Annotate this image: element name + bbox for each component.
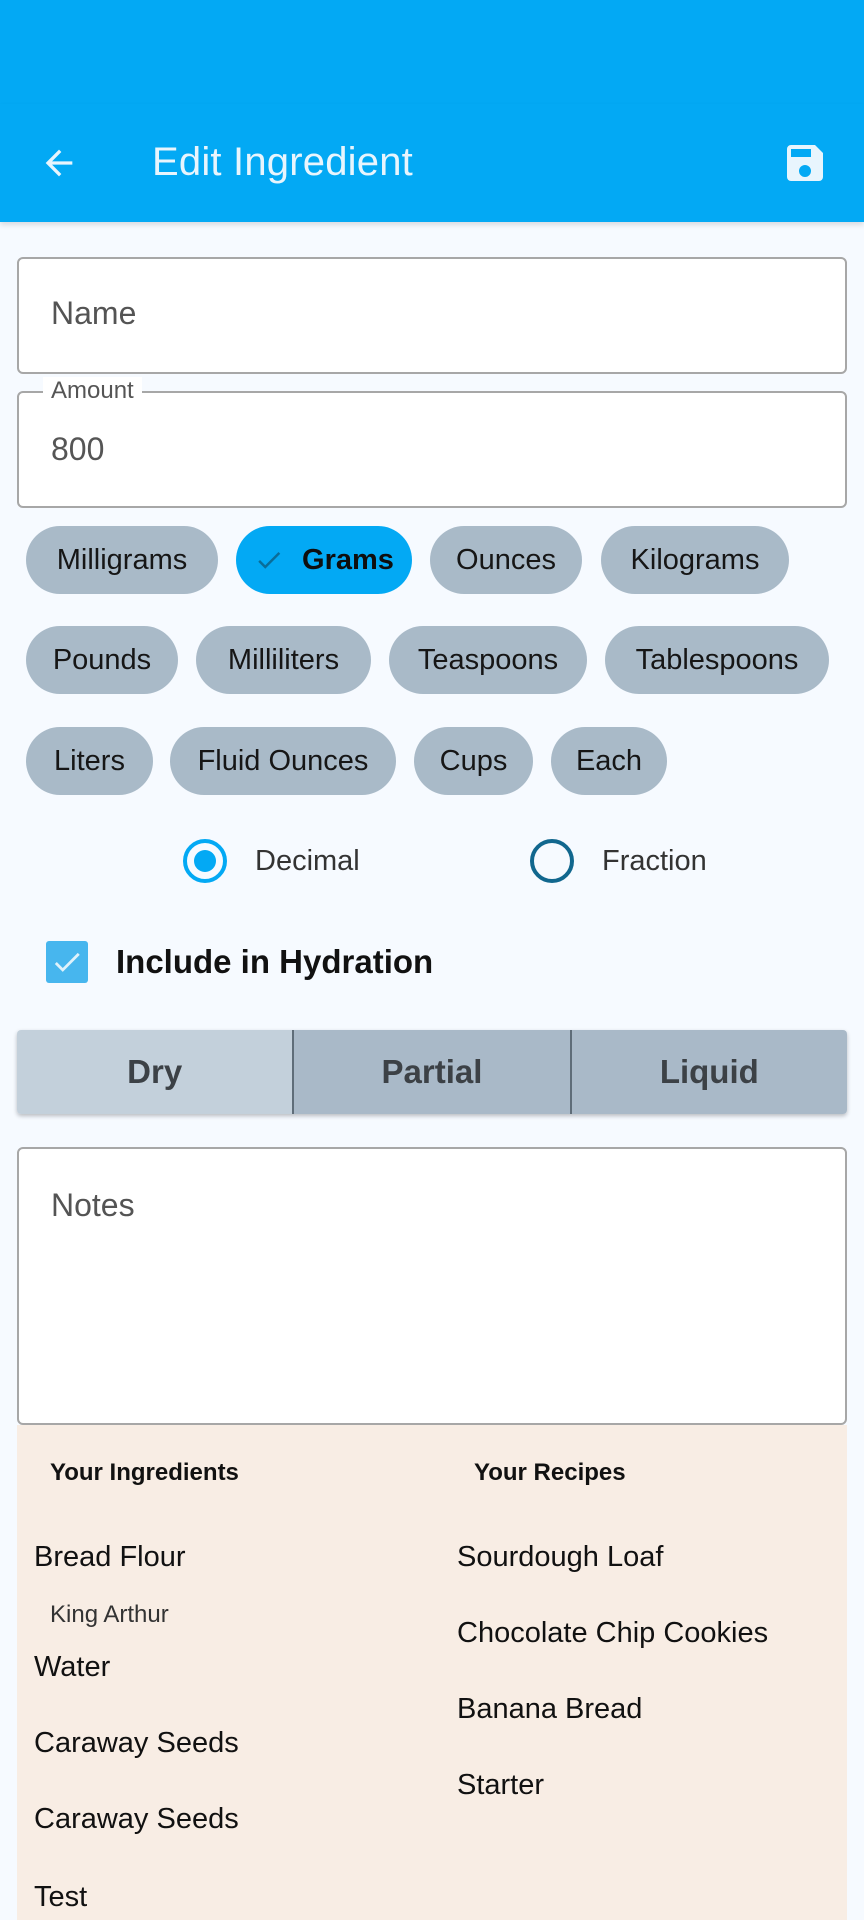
recipes-heading: Your Recipes xyxy=(474,1459,626,1486)
radio-label: Fraction xyxy=(602,844,707,877)
unit-chip-tablespoons[interactable]: Tablespoons xyxy=(605,626,829,694)
unit-chip-grams[interactable]: Grams xyxy=(236,526,412,594)
unit-chip-teaspoons[interactable]: Teaspoons xyxy=(389,626,587,694)
chip-label: Grams xyxy=(302,543,394,576)
name-field[interactable] xyxy=(17,257,847,374)
unit-chip-kilograms[interactable]: Kilograms xyxy=(601,526,789,594)
chip-label: Teaspoons xyxy=(417,643,559,676)
ingredient-type-segment: Dry Partial Liquid xyxy=(17,1030,847,1114)
chip-label: Liters xyxy=(54,744,125,777)
save-button[interactable] xyxy=(772,134,838,192)
unit-chip-milligrams[interactable]: Milligrams xyxy=(26,526,218,594)
radio-button-selected[interactable] xyxy=(183,839,227,883)
amount-label: Amount xyxy=(43,377,142,405)
chip-label: Cups xyxy=(439,744,508,777)
chip-label: Tablespoons xyxy=(635,643,799,676)
chip-label: Milliliters xyxy=(227,643,340,676)
ingredient-item[interactable]: Caraway Seeds xyxy=(34,1727,239,1760)
recipe-item[interactable]: Chocolate Chip Cookies xyxy=(457,1617,768,1650)
chip-label: Fluid Ounces xyxy=(197,744,369,777)
radio-decimal[interactable]: Decimal xyxy=(183,835,360,887)
check-icon xyxy=(54,952,80,972)
hydration-label: Include in Hydration xyxy=(116,943,434,980)
status-bar xyxy=(0,0,864,104)
lists-panel: Your Ingredients Your Recipes Bread Flou… xyxy=(17,1425,847,1920)
segment-partial[interactable]: Partial xyxy=(292,1030,570,1114)
chip-label: Milligrams xyxy=(56,543,188,576)
ingredients-heading: Your Ingredients xyxy=(50,1459,239,1486)
recipe-item[interactable]: Starter xyxy=(457,1769,544,1802)
chip-label: Kilograms xyxy=(630,543,760,576)
unit-chip-fluid-ounces[interactable]: Fluid Ounces xyxy=(170,727,396,795)
radio-button[interactable] xyxy=(530,839,574,883)
unit-chip-ounces[interactable]: Ounces xyxy=(430,526,582,594)
back-button[interactable] xyxy=(30,134,88,192)
chip-label: Each xyxy=(575,744,643,777)
hydration-checkbox-row[interactable]: Include in Hydration xyxy=(46,940,433,984)
segment-dry[interactable]: Dry xyxy=(17,1030,293,1114)
amount-input[interactable] xyxy=(51,431,811,468)
unit-chip-milliliters[interactable]: Milliliters xyxy=(196,626,371,694)
unit-chip-each[interactable]: Each xyxy=(551,727,667,795)
unit-chip-pounds[interactable]: Pounds xyxy=(26,626,178,694)
arrow-back-icon xyxy=(45,149,73,177)
ingredient-brand: King Arthur xyxy=(50,1601,169,1628)
ingredient-item[interactable]: Bread Flour xyxy=(34,1541,186,1574)
notes-input[interactable] xyxy=(51,1187,811,1387)
page-title: Edit Ingredient xyxy=(152,140,413,184)
ingredient-item[interactable]: Water xyxy=(34,1651,110,1684)
name-input[interactable] xyxy=(51,295,811,332)
unit-chip-cups[interactable]: Cups xyxy=(414,727,533,795)
notes-field[interactable] xyxy=(17,1147,847,1425)
hydration-checkbox[interactable] xyxy=(46,941,88,983)
segment-liquid[interactable]: Liquid xyxy=(569,1030,847,1114)
amount-field[interactable]: Amount xyxy=(17,377,847,508)
chip-label: Pounds xyxy=(52,643,152,676)
ingredient-item[interactable]: Caraway Seeds xyxy=(34,1803,239,1836)
ingredient-item[interactable]: Test xyxy=(34,1881,87,1914)
recipe-item[interactable]: Banana Bread xyxy=(457,1693,642,1726)
unit-chip-liters[interactable]: Liters xyxy=(26,727,153,795)
radio-label: Decimal xyxy=(255,844,360,877)
recipe-item[interactable]: Sourdough Loaf xyxy=(457,1541,663,1574)
chip-label: Ounces xyxy=(456,543,556,576)
check-icon xyxy=(258,552,281,569)
floppy-disk-icon xyxy=(787,145,823,181)
radio-fraction[interactable]: Fraction xyxy=(530,835,707,887)
app-bar: Edit Ingredient xyxy=(0,104,864,222)
